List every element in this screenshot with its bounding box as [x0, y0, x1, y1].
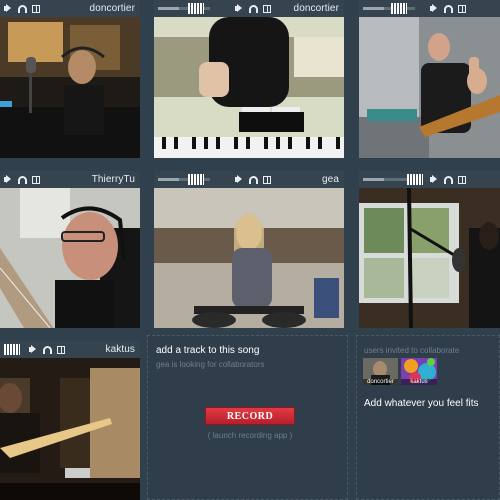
- tile-username[interactable]: doncortier: [90, 3, 140, 14]
- video-feed: [0, 358, 140, 500]
- add-track-heading: add a track to this song: [156, 345, 260, 356]
- video-tile-doncortier-2: doncortier: [154, 0, 344, 158]
- record-button[interactable]: RECORD: [205, 407, 295, 425]
- invite-message: Add whatever you feel fits: [364, 398, 479, 409]
- window-icon[interactable]: [32, 175, 40, 184]
- headphones-icon[interactable]: [444, 4, 453, 13]
- speaker-icon[interactable]: [29, 345, 38, 354]
- video-feed: [359, 17, 500, 158]
- video-tile-doncortier-1: doncortier: [0, 0, 140, 158]
- window-icon[interactable]: [458, 4, 466, 13]
- volume-slider[interactable]: [363, 174, 423, 185]
- headphones-icon[interactable]: [18, 175, 27, 184]
- tile-username[interactable]: gea: [322, 174, 344, 185]
- video-tile-singer: [359, 171, 500, 328]
- volume-slider[interactable]: [158, 3, 210, 14]
- video-tile-gea: gea: [154, 171, 344, 328]
- headphones-icon[interactable]: [18, 4, 27, 13]
- video-tile-guitarist: [359, 0, 500, 158]
- invited-user-name: kaktus: [401, 379, 437, 385]
- video-feed: [0, 188, 140, 328]
- window-icon[interactable]: [458, 175, 466, 184]
- video-feed: [154, 188, 344, 328]
- launch-recording-app-link[interactable]: ( launch recording app ): [205, 431, 295, 440]
- headphones-icon[interactable]: [43, 345, 52, 354]
- invited-user-kaktus[interactable]: kaktus: [401, 358, 437, 385]
- headphones-icon[interactable]: [444, 175, 453, 184]
- invited-user-name: doncortier: [363, 379, 398, 385]
- video-feed: [154, 17, 344, 158]
- speaker-icon[interactable]: [4, 4, 13, 13]
- volume-slider[interactable]: [4, 344, 20, 355]
- speaker-icon[interactable]: [430, 175, 439, 184]
- headphones-icon[interactable]: [249, 4, 258, 13]
- video-tile-thierrytu: ThierryTu: [0, 171, 140, 328]
- invited-heading: users invited to collaborate: [364, 346, 460, 355]
- tile-toolbar: doncortier: [0, 0, 140, 17]
- invited-user-doncortier[interactable]: doncortier: [363, 358, 398, 385]
- speaker-icon[interactable]: [430, 4, 439, 13]
- tile-username[interactable]: doncortier: [294, 3, 344, 14]
- speaker-icon[interactable]: [235, 4, 244, 13]
- speaker-icon[interactable]: [4, 175, 13, 184]
- tile-toolbar: ThierryTu: [0, 171, 140, 188]
- tile-toolbar: [359, 0, 500, 17]
- video-tile-kaktus: kaktus: [0, 341, 140, 500]
- speaker-icon[interactable]: [235, 175, 244, 184]
- volume-slider[interactable]: [363, 3, 415, 14]
- collaborators-subtext: gea is looking for collaborators: [156, 360, 265, 369]
- tile-toolbar: doncortier: [154, 0, 344, 17]
- tile-username[interactable]: kaktus: [105, 344, 140, 355]
- tile-toolbar: gea: [154, 171, 344, 188]
- tile-toolbar: kaktus: [0, 341, 140, 358]
- window-icon[interactable]: [263, 4, 271, 13]
- headphones-icon[interactable]: [249, 175, 258, 184]
- window-icon[interactable]: [57, 345, 65, 354]
- tile-username[interactable]: ThierryTu: [92, 174, 140, 185]
- video-feed: [0, 17, 140, 158]
- tile-toolbar: [359, 171, 500, 188]
- volume-slider[interactable]: [158, 174, 210, 185]
- window-icon[interactable]: [263, 175, 271, 184]
- video-feed: [359, 188, 500, 328]
- window-icon[interactable]: [32, 4, 40, 13]
